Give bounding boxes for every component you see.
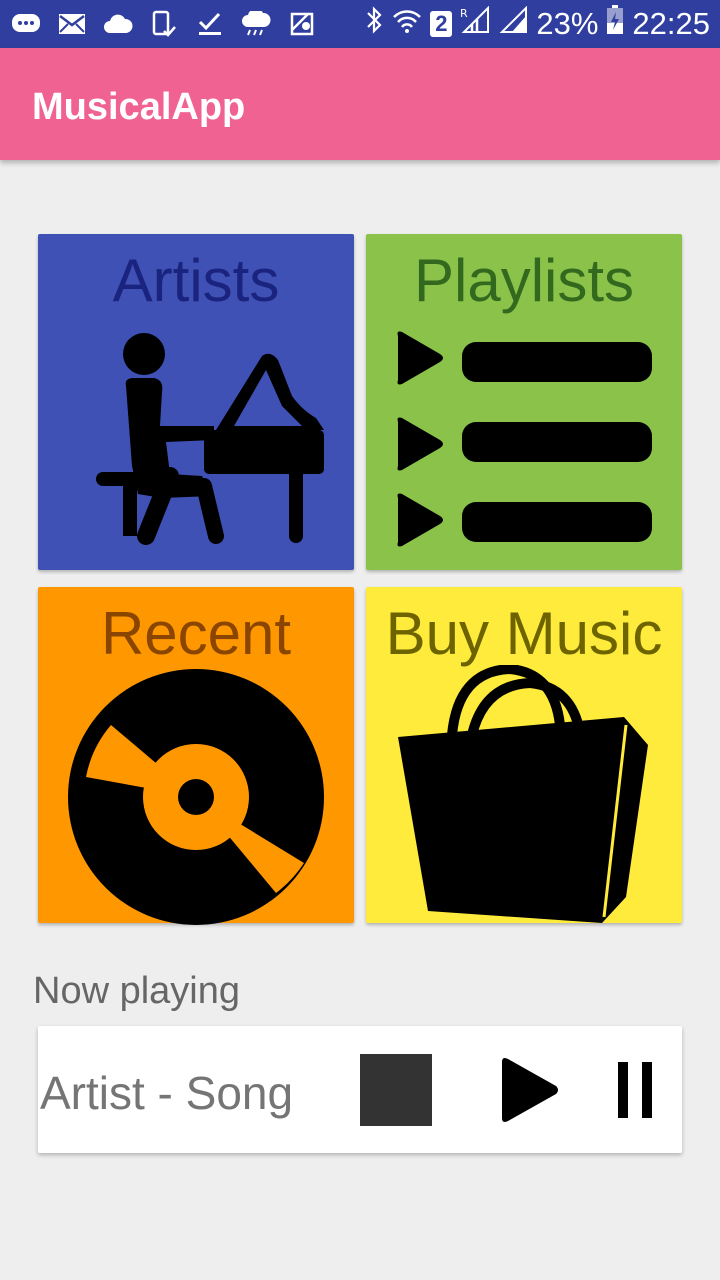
map-icon bbox=[286, 10, 318, 38]
playlist-icon bbox=[397, 331, 652, 547]
clock: 22:25 bbox=[632, 6, 710, 41]
play-icon[interactable] bbox=[498, 1056, 562, 1124]
recent-tile[interactable]: Recent bbox=[38, 587, 354, 925]
battery-charging-icon bbox=[606, 5, 624, 43]
recent-label: Recent bbox=[100, 600, 292, 667]
svg-text:R: R bbox=[460, 7, 468, 20]
sim-icon: 2 bbox=[430, 11, 453, 37]
app-title: MusicalApp bbox=[32, 86, 246, 128]
download-check-icon bbox=[194, 10, 226, 38]
buy-music-label: Buy Music bbox=[385, 600, 663, 667]
now-playing-label: Now playing bbox=[33, 970, 240, 1012]
bluetooth-icon bbox=[364, 6, 384, 42]
now-playing-bar: Artist - Song bbox=[38, 1026, 682, 1153]
artists-tile[interactable]: Artists bbox=[38, 234, 354, 570]
mail-icon bbox=[56, 10, 88, 38]
chat-icon bbox=[10, 10, 42, 38]
cloud-rain-icon bbox=[240, 10, 272, 38]
piano-player-icon bbox=[96, 333, 324, 545]
wifi-icon bbox=[392, 6, 422, 42]
playlists-tile[interactable]: Playlists bbox=[366, 234, 682, 570]
notification-icons bbox=[10, 0, 318, 48]
vinyl-disc-icon bbox=[68, 669, 324, 925]
battery-level: 23% bbox=[536, 6, 599, 41]
cloud-icon bbox=[102, 10, 134, 38]
signal-roaming-icon: R bbox=[460, 5, 490, 42]
shopping-bag-icon bbox=[398, 665, 648, 923]
system-icons: 2 R 23% 22:25 bbox=[364, 0, 710, 48]
stop-icon[interactable] bbox=[358, 1052, 434, 1128]
playlists-label: Playlists bbox=[413, 247, 635, 314]
artists-label: Artists bbox=[112, 247, 280, 314]
buy-music-tile[interactable]: Buy Music bbox=[366, 587, 682, 923]
status-bar: 2 R 23% 22:25 bbox=[0, 0, 720, 48]
phone-check-icon bbox=[148, 10, 180, 38]
song-title: Artist - Song bbox=[40, 1067, 294, 1119]
app-bar: MusicalApp bbox=[0, 48, 720, 160]
signal-icon bbox=[498, 5, 528, 42]
pause-icon[interactable] bbox=[614, 1060, 658, 1120]
